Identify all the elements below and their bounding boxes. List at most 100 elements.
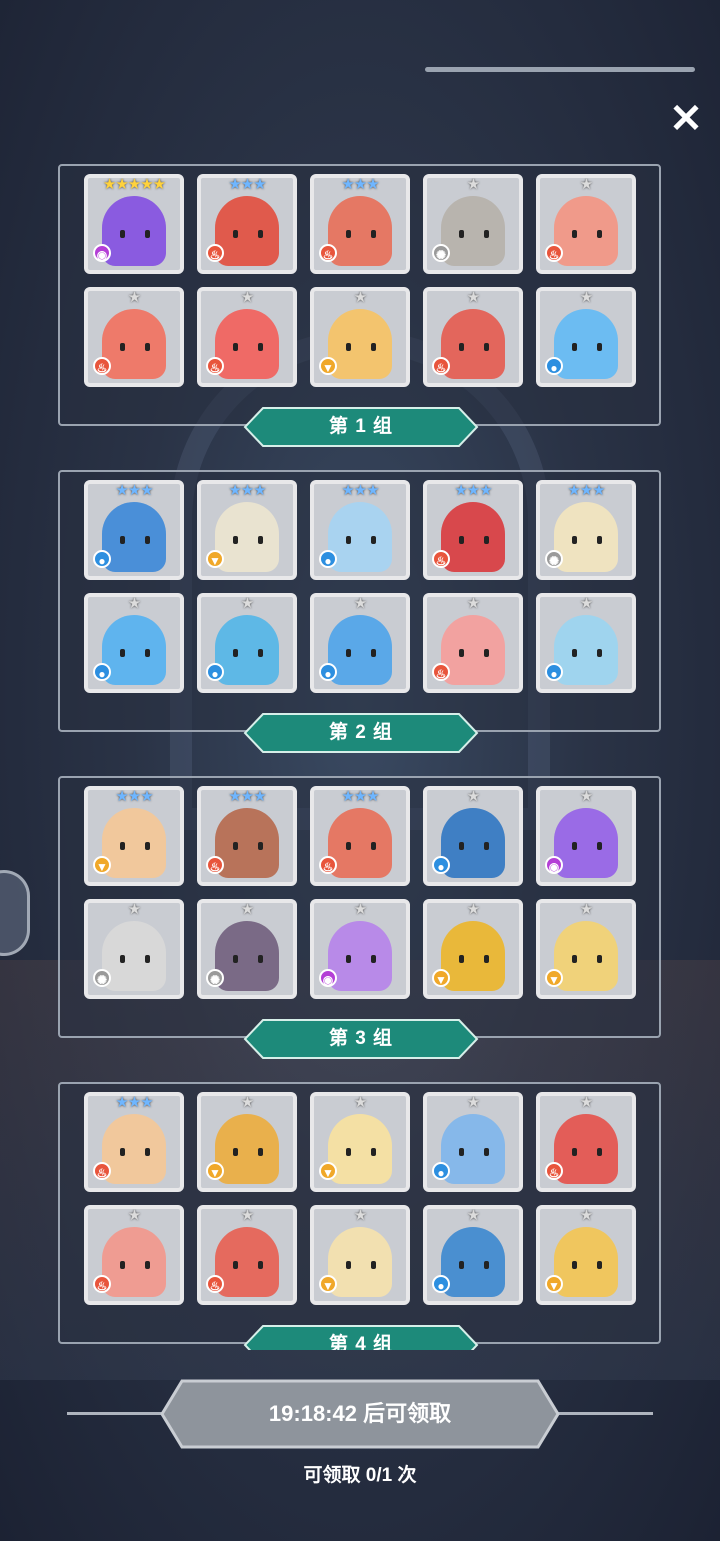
- hero-card[interactable]: ★ ●: [423, 1092, 523, 1192]
- hero-card[interactable]: ★ ●: [84, 593, 184, 693]
- hero-face: [570, 343, 604, 351]
- hero-card[interactable]: ★★★ ▼: [197, 480, 297, 580]
- hero-card[interactable]: ★ ♨: [536, 174, 636, 274]
- hero-card[interactable]: ★ ▼: [310, 287, 410, 387]
- claim-button[interactable]: 19:18:42 后可领取: [160, 1379, 560, 1449]
- light-element-icon: ✺: [206, 969, 224, 987]
- star-rating: ★: [466, 595, 480, 612]
- group-label-banner: 第 4 组: [243, 1324, 479, 1350]
- hero-card[interactable]: ★ ♨: [423, 287, 523, 387]
- hero-card[interactable]: ★ ✺: [423, 174, 523, 274]
- hero-card[interactable]: ★ ♨: [197, 1205, 297, 1305]
- group-label: 第 4 组: [328, 1334, 394, 1350]
- hero-card[interactable]: ★★★ ●: [310, 480, 410, 580]
- hero-grid: ★★★ ● ★★★ ▼ ★★★ ● ★★★ ♨ ★★★ ✺ ★ ● ★ ● ★ ● ★ ♨ ★ ●: [84, 480, 636, 693]
- star-rating: ★: [579, 289, 593, 306]
- wind-element-icon: ▼: [93, 856, 111, 874]
- star-rating: ★: [579, 788, 593, 805]
- hero-card[interactable]: ★★★ ♨: [423, 480, 523, 580]
- hero-face: [231, 842, 265, 850]
- hero-face: [344, 955, 378, 963]
- group-label-banner: 第 3 组: [243, 1018, 479, 1060]
- hero-card[interactable]: ★ ✺: [84, 899, 184, 999]
- hero-face: [457, 649, 491, 657]
- fire-element-icon: ♨: [432, 357, 450, 375]
- hero-card[interactable]: ★ ▼: [310, 1205, 410, 1305]
- star-rating: ★★★: [228, 788, 266, 805]
- group-label-banner: 第 1 组: [243, 406, 479, 448]
- hero-card[interactable]: ★ ●: [197, 593, 297, 693]
- hero-card[interactable]: ★ ▼: [536, 899, 636, 999]
- hero-face: [344, 649, 378, 657]
- hero-card[interactable]: ★ ✺: [197, 899, 297, 999]
- hero-face: [570, 842, 604, 850]
- hero-card[interactable]: ★★★ ♨: [197, 786, 297, 886]
- hero-group: ★★★ ♨ ★ ▼ ★ ▼ ★ ● ★ ♨ ★ ♨ ★ ♨ ★ ▼ ★ ● ★ ▼ 第 4 组: [58, 1082, 661, 1350]
- hero-card[interactable]: ★★★★★ ◉: [84, 174, 184, 274]
- hero-card[interactable]: ★ ♨: [197, 287, 297, 387]
- hero-face: [570, 536, 604, 544]
- hero-face: [344, 842, 378, 850]
- hero-card[interactable]: ★ ◉: [536, 786, 636, 886]
- fire-element-icon: ♨: [545, 1162, 563, 1180]
- wind-element-icon: ▼: [545, 1275, 563, 1293]
- hero-card[interactable]: ★ ▼: [536, 1205, 636, 1305]
- light-element-icon: ✺: [93, 969, 111, 987]
- drag-handle-bar[interactable]: [425, 67, 695, 72]
- hero-card[interactable]: ★ ●: [536, 593, 636, 693]
- hero-card[interactable]: ★ ●: [536, 287, 636, 387]
- hero-card[interactable]: ★ ▼: [423, 899, 523, 999]
- hero-card[interactable]: ★ ♨: [536, 1092, 636, 1192]
- fire-element-icon: ♨: [206, 244, 224, 262]
- hero-face: [118, 343, 152, 351]
- star-rating: ★: [353, 901, 367, 918]
- star-rating: ★: [579, 901, 593, 918]
- hero-card[interactable]: ★ ♨: [84, 287, 184, 387]
- hero-face: [231, 1261, 265, 1269]
- claim-count: 可领取 0/1 次: [303, 1465, 417, 1486]
- hero-card[interactable]: ★ ♨: [84, 1205, 184, 1305]
- group-list[interactable]: ★★★★★ ◉ ★★★ ♨ ★★★ ♨ ★ ✺ ★ ♨ ★ ♨ ★ ♨ ★ ▼ ★ ♨ ★ ● 第 1 组 ★★★ ● ★★★…: [0, 150, 720, 1350]
- hero-card[interactable]: ★ ♨: [423, 593, 523, 693]
- fire-element-icon: ♨: [319, 856, 337, 874]
- star-rating: ★: [466, 901, 480, 918]
- fire-element-icon: ♨: [93, 1162, 111, 1180]
- close-button[interactable]: ✕: [664, 97, 708, 141]
- hero-face: [118, 1261, 152, 1269]
- hero-card[interactable]: ★ ▼: [197, 1092, 297, 1192]
- water-element-icon: ●: [319, 550, 337, 568]
- star-rating: ★: [579, 1207, 593, 1224]
- hero-face: [118, 230, 152, 238]
- hero-card[interactable]: ★★★ ♨: [197, 174, 297, 274]
- hero-card[interactable]: ★★★ ♨: [310, 786, 410, 886]
- hero-card[interactable]: ★ ●: [423, 786, 523, 886]
- hero-card[interactable]: ★★★ ♨: [84, 1092, 184, 1192]
- hero-card[interactable]: ★ ◉: [310, 899, 410, 999]
- hero-face: [344, 230, 378, 238]
- star-rating: ★: [127, 1207, 141, 1224]
- star-rating: ★: [579, 595, 593, 612]
- wind-element-icon: ▼: [206, 1162, 224, 1180]
- water-element-icon: ●: [545, 663, 563, 681]
- hero-card[interactable]: ★★★ ✺: [536, 480, 636, 580]
- hero-card[interactable]: ★★★ ▼: [84, 786, 184, 886]
- hero-card[interactable]: ★ ●: [310, 593, 410, 693]
- hero-face: [457, 536, 491, 544]
- star-rating: ★: [240, 595, 254, 612]
- star-rating: ★: [240, 901, 254, 918]
- star-rating: ★: [240, 1094, 254, 1111]
- claim-button-label: 19:18:42 后可领取: [268, 1401, 452, 1426]
- water-element-icon: ●: [206, 663, 224, 681]
- hero-card[interactable]: ★★★ ●: [84, 480, 184, 580]
- hero-face: [118, 649, 152, 657]
- hero-face: [118, 842, 152, 850]
- hero-face: [344, 536, 378, 544]
- hero-card[interactable]: ★ ▼: [310, 1092, 410, 1192]
- hero-card[interactable]: ★★★ ♨: [310, 174, 410, 274]
- hero-card[interactable]: ★ ●: [423, 1205, 523, 1305]
- star-rating: ★★★: [115, 482, 153, 499]
- star-rating: ★: [353, 1094, 367, 1111]
- star-rating: ★: [127, 901, 141, 918]
- fire-element-icon: ♨: [206, 856, 224, 874]
- water-element-icon: ●: [432, 1162, 450, 1180]
